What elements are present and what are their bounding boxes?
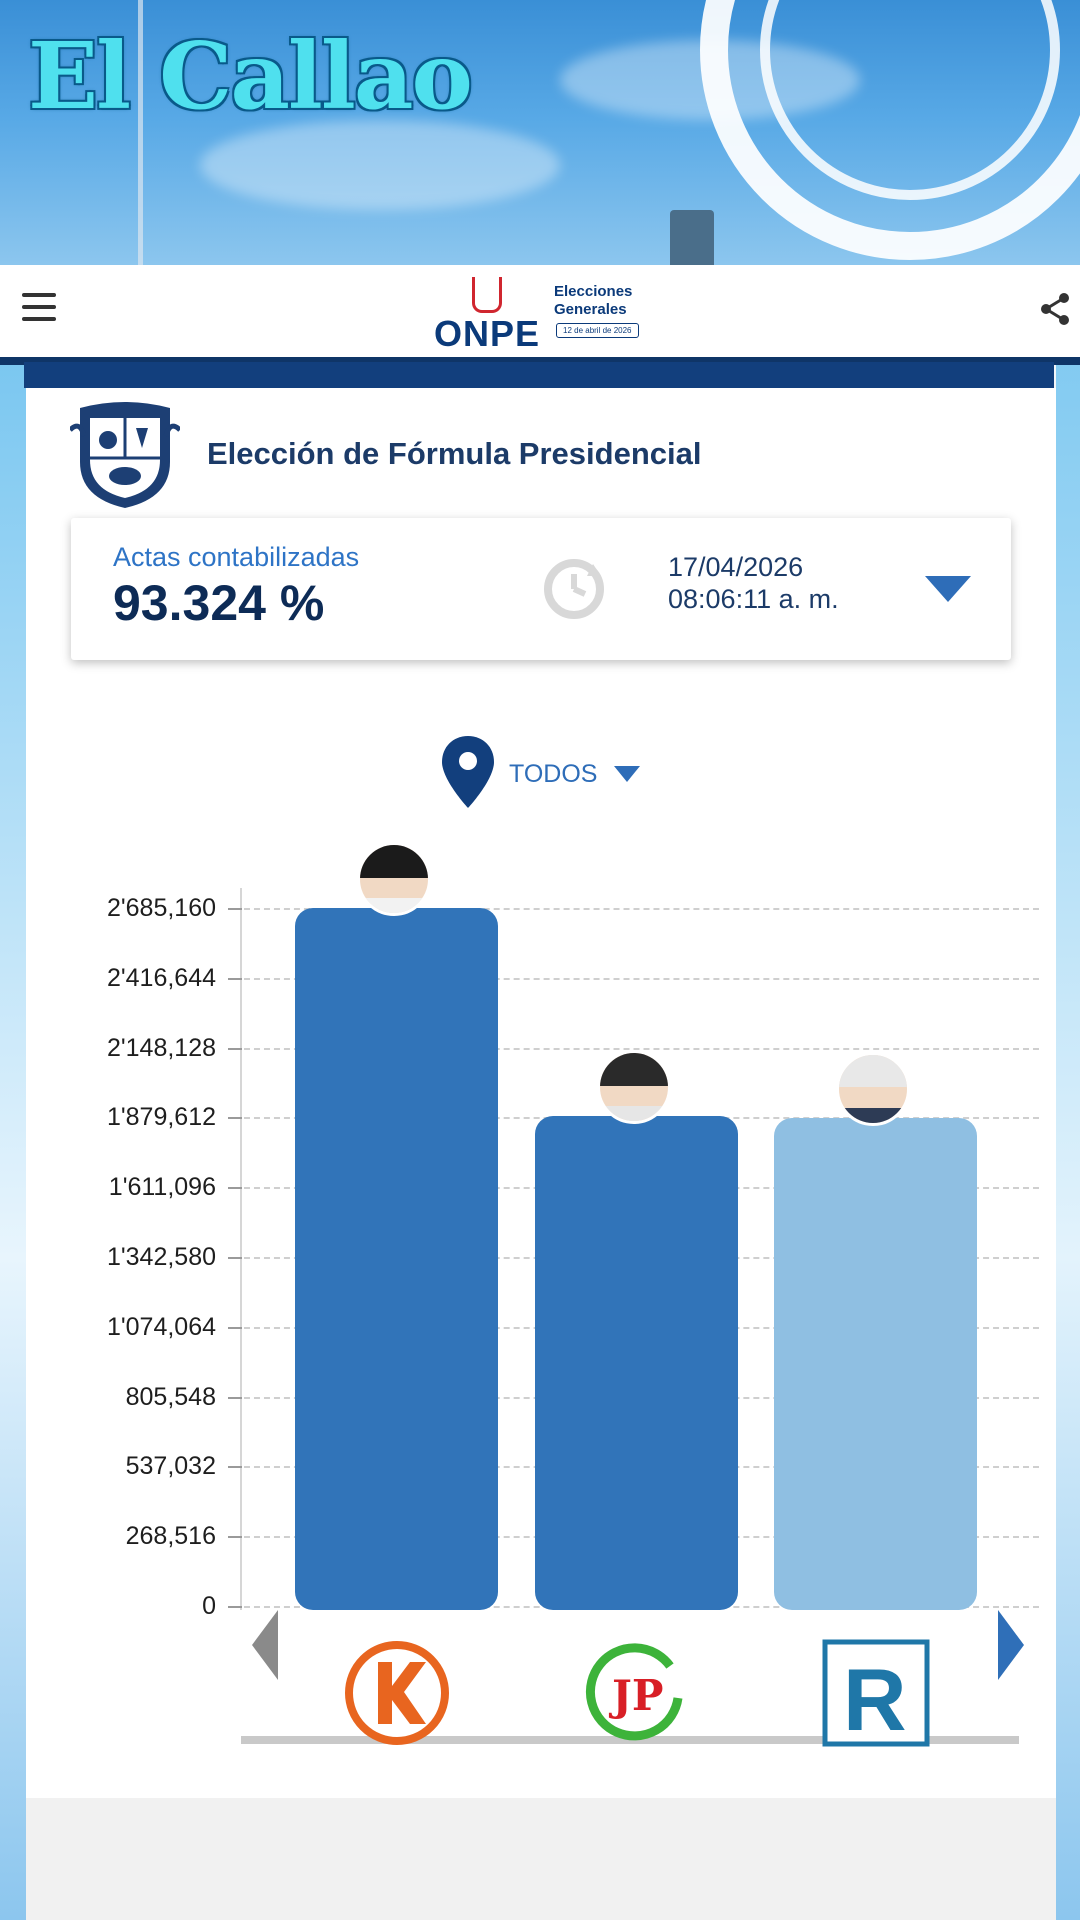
- y-tick-label: 2'416,644: [106, 963, 216, 992]
- candidate-hair: [599, 1052, 668, 1086]
- y-tick-mark: [228, 977, 242, 980]
- candidate-hair: [838, 1054, 907, 1088]
- y-tick-label: 2'148,128: [106, 1033, 216, 1062]
- candidate-shirt: [359, 898, 428, 913]
- y-tick-mark: [228, 1396, 242, 1399]
- y-tick-mark: [228, 1536, 242, 1539]
- renovacion-popular-r-logo[interactable]: R: [821, 1638, 931, 1748]
- brand-logo: El Callao: [28, 22, 473, 130]
- candidate-hair: [359, 845, 428, 878]
- banner-tower: [670, 210, 714, 265]
- results-panel: Elección de Fórmula Presidencial Actas c…: [26, 388, 1056, 1798]
- chevron-right-icon[interactable]: [998, 1610, 1024, 1680]
- y-tick-label: 537,032: [125, 1452, 216, 1481]
- y-tick-mark: [228, 1047, 242, 1050]
- y-tick-mark: [228, 1187, 242, 1190]
- candidate-photo: [835, 1051, 910, 1126]
- onpe-logo-title: Elecciones Generales: [554, 283, 633, 318]
- candidate-photo: [596, 1049, 671, 1124]
- y-tick-label: 0: [202, 1592, 216, 1620]
- y-tick-mark: [228, 908, 242, 910]
- chart-y-axis: [240, 888, 242, 1610]
- onpe-logo-date: 12 de abril de 2026: [556, 323, 639, 338]
- bar-r[interactable]: [774, 1117, 977, 1610]
- candidate-photo: [356, 842, 431, 916]
- y-tick-label: 2'685,160: [106, 894, 216, 922]
- y-tick-mark: [228, 1257, 242, 1259]
- y-tick-label: 805,548: [125, 1382, 216, 1411]
- page-footer-area: [26, 1798, 1056, 1920]
- onpe-hand-icon: [472, 277, 502, 313]
- svg-text:R: R: [843, 1650, 907, 1748]
- banner-cloud: [200, 120, 560, 210]
- y-tick-label: 1'611,096: [108, 1173, 216, 1202]
- y-tick-mark: [228, 1326, 242, 1329]
- share-icon[interactable]: [1038, 291, 1072, 327]
- fuerza-popular-k-logo[interactable]: [342, 1638, 452, 1748]
- y-tick-mark: [228, 1466, 242, 1469]
- onpe-logo[interactable]: ONPE Elecciones Generales 12 de abril de…: [430, 275, 670, 354]
- bar-k[interactable]: [295, 908, 498, 1610]
- results-bar-chart: JP R 2'685,160 2'416,644 2'148,128 1'879,61…: [26, 388, 1056, 1798]
- chevron-left-icon[interactable]: [252, 1610, 278, 1680]
- candidate-shirt: [599, 1106, 668, 1121]
- candidate-shirt: [838, 1107, 907, 1123]
- y-tick-mark: [228, 1117, 242, 1120]
- top-banner: El Callao: [0, 0, 1080, 265]
- y-tick-label: 268,516: [125, 1522, 216, 1551]
- hamburger-menu-icon[interactable]: [22, 293, 56, 323]
- left-side-strip: [0, 265, 26, 1920]
- juntos-por-el-peru-jp-logo[interactable]: JP: [582, 1638, 692, 1748]
- svg-text:JP: JP: [608, 1671, 663, 1720]
- y-tick-label: 1'342,580: [106, 1243, 216, 1271]
- bar-jp[interactable]: [535, 1115, 738, 1610]
- app-header: ONPE Elecciones Generales 12 de abril de…: [0, 265, 1080, 357]
- right-side-strip: [1056, 265, 1080, 1920]
- y-tick-label: 1'074,064: [106, 1312, 216, 1341]
- y-tick-mark: [228, 1606, 242, 1608]
- header-navy-band: [24, 362, 1054, 388]
- y-tick-label: 1'879,612: [106, 1103, 216, 1132]
- onpe-logo-word: ONPE: [434, 313, 541, 354]
